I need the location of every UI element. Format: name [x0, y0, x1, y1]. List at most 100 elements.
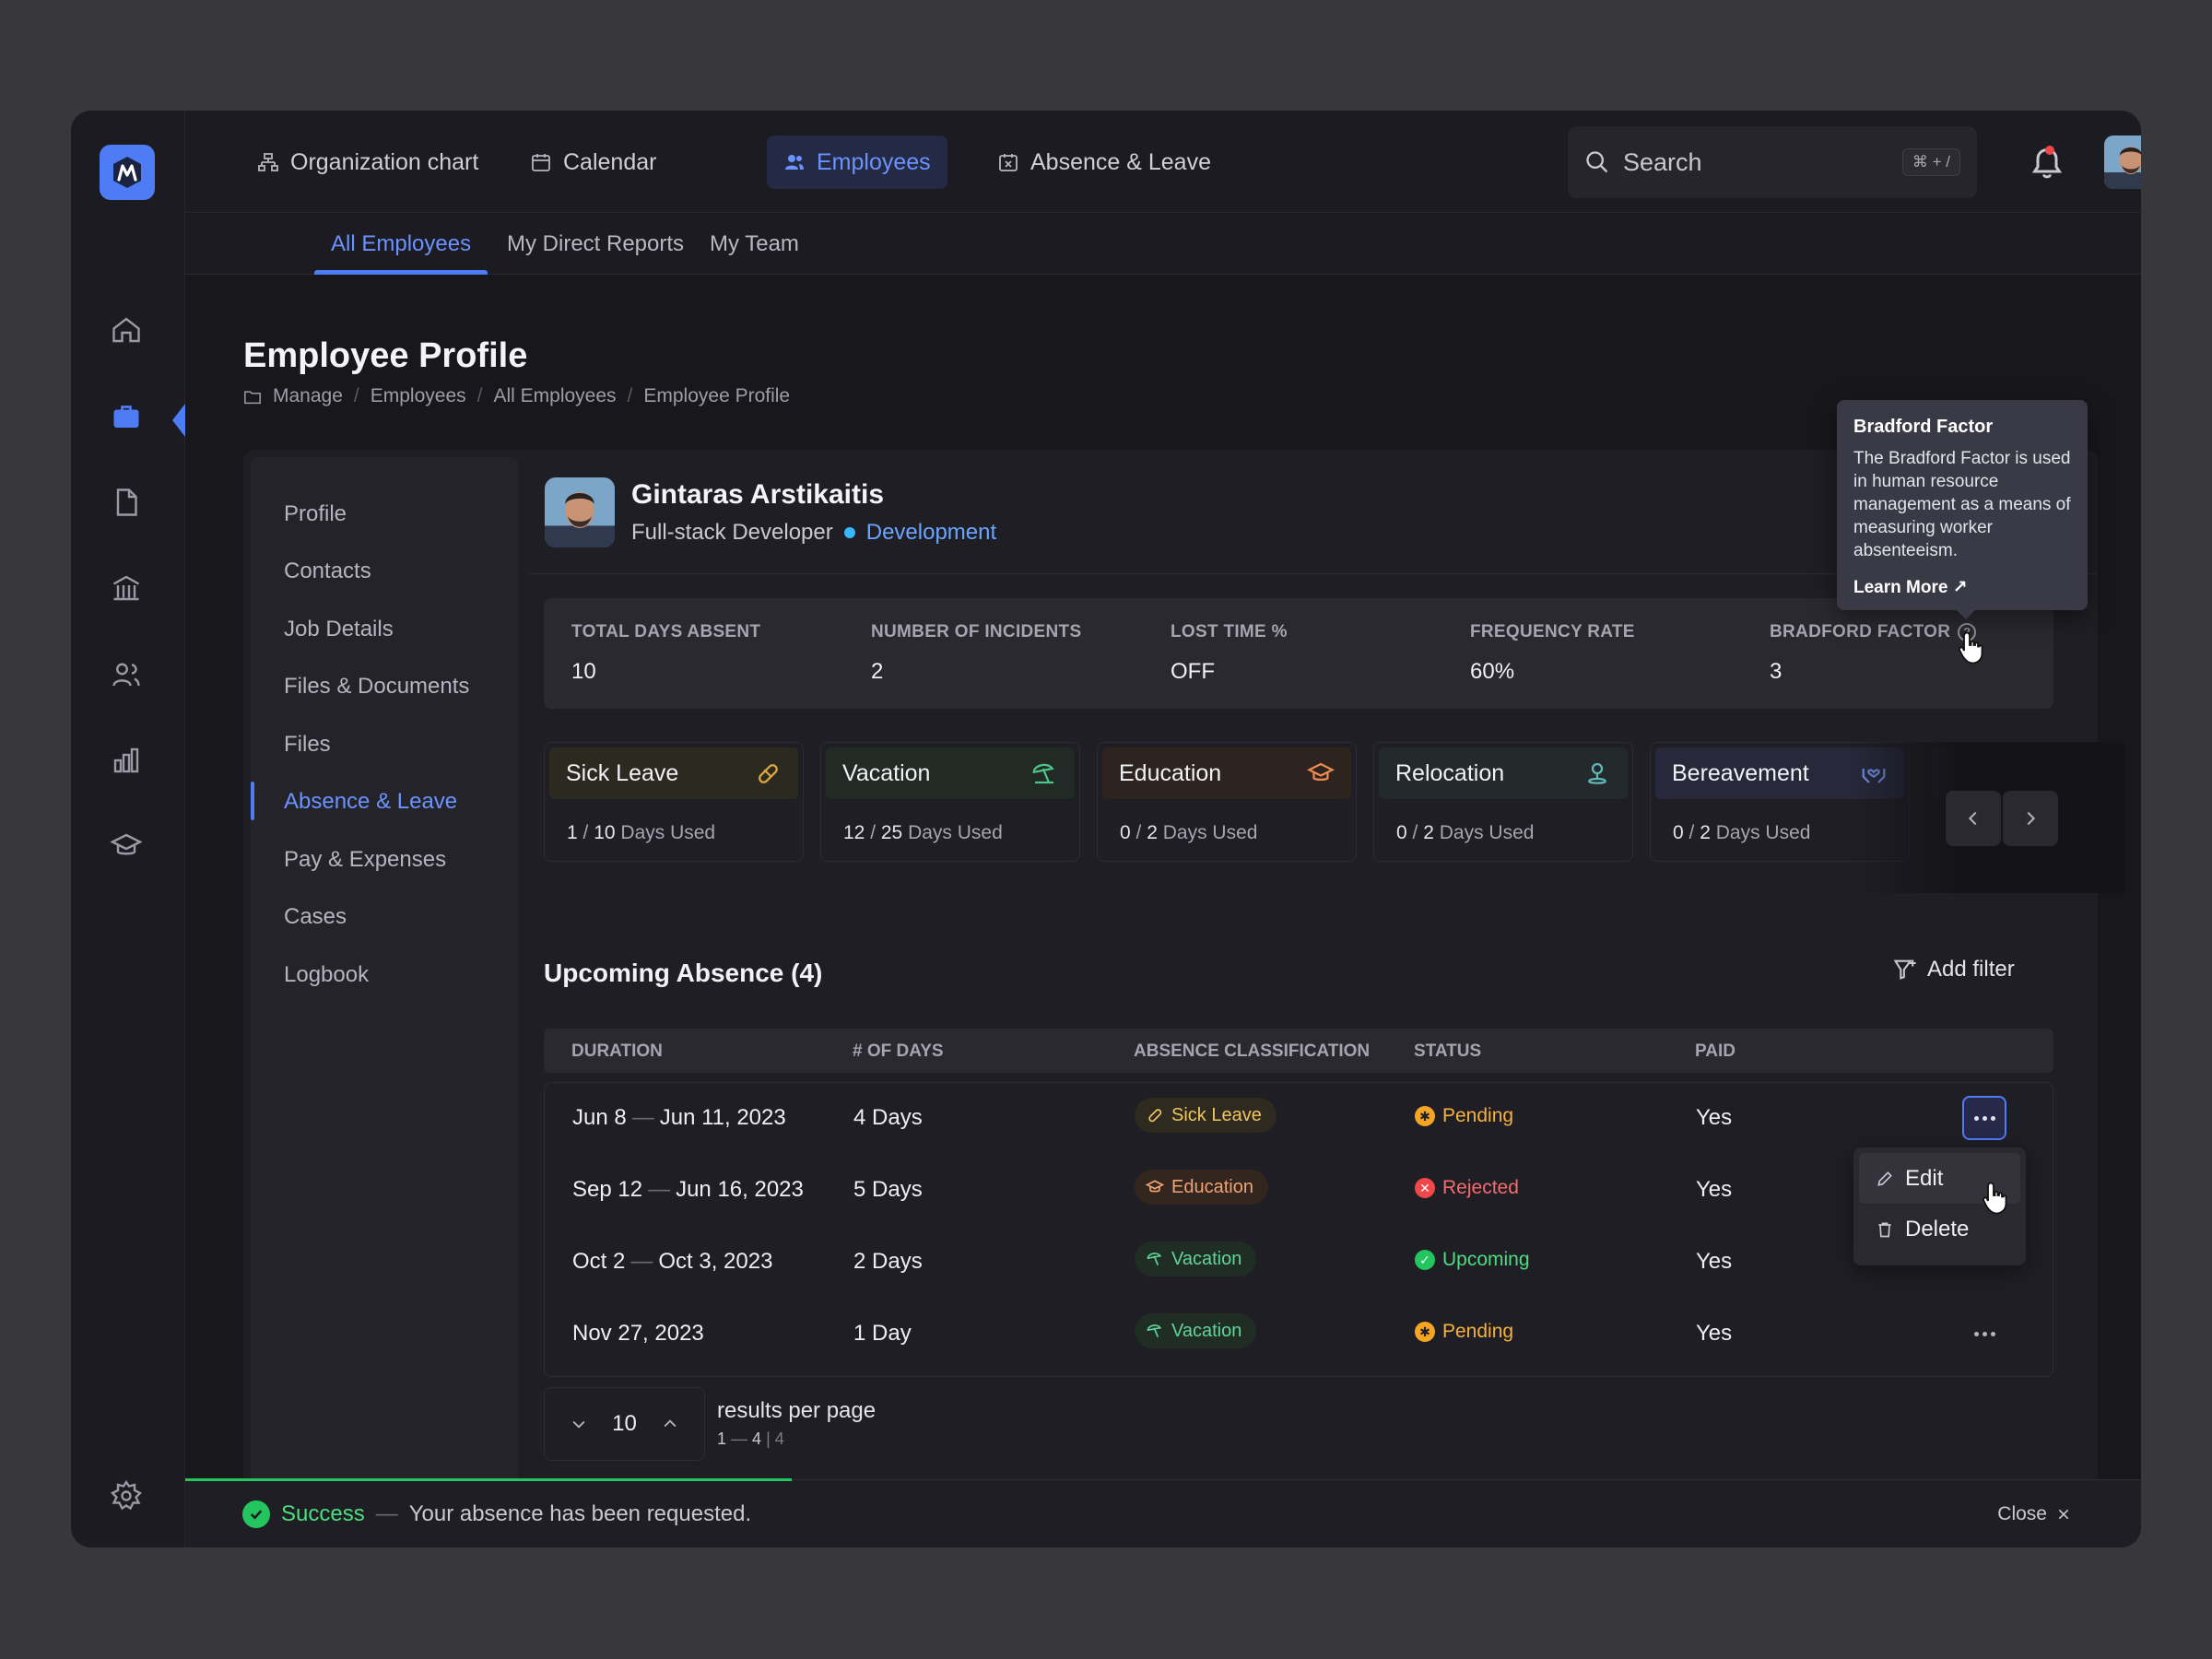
notification-dot: [2045, 146, 2054, 155]
side-item-profile[interactable]: Profile: [284, 501, 347, 527]
tab-all-employees[interactable]: All Employees: [314, 214, 488, 275]
leave-card-sick-leave[interactable]: Sick Leave 1 / 10 Days Used: [544, 742, 804, 862]
calendar-icon: [532, 154, 550, 171]
col-status[interactable]: STATUS: [1414, 1041, 1481, 1062]
sub-tabs: All Employees My Direct Reports My Team: [185, 214, 2141, 275]
user-avatar[interactable]: [2104, 135, 2141, 189]
row-actions-button[interactable]: [1962, 1312, 2006, 1356]
days-total: 2: [1700, 822, 1711, 843]
card-usage: 0 / 2 Days Used: [1673, 822, 1811, 843]
classification-label: Sick Leave: [1171, 1104, 1262, 1125]
chevron-right-icon: [2027, 811, 2036, 826]
learn-more-link[interactable]: Learn More ↗: [1853, 577, 2071, 598]
table-row[interactable]: Nov 27, 2023 1 Day Vacation ✱ Pending Ye…: [545, 1299, 2053, 1371]
add-filter-label: Add filter: [1927, 957, 2015, 982]
days-used: 1: [567, 822, 578, 843]
per-page-stepper[interactable]: 10: [544, 1387, 705, 1461]
chevron-up-icon[interactable]: [661, 1415, 679, 1433]
home-icon[interactable]: [108, 312, 145, 348]
card-usage: 0 / 2 Days Used: [1120, 822, 1258, 843]
days-total: 2: [1147, 822, 1158, 843]
bank-icon[interactable]: [108, 570, 145, 606]
side-item-absence-leave[interactable]: Absence & Leave: [284, 789, 457, 815]
table-header: DURATION # OF DAYS ABSENCE CLASSIFICATIO…: [544, 1029, 2053, 1073]
people-icon[interactable]: [108, 656, 145, 693]
toast-text: Your absence has been requested.: [408, 1501, 752, 1526]
cards-prev-button[interactable]: [1946, 791, 2001, 846]
side-item-cases[interactable]: Cases: [284, 904, 347, 930]
side-item-job-details[interactable]: Job Details: [284, 617, 394, 642]
stat-label: LOST TIME %: [1171, 622, 1288, 641]
days-used: 0: [1673, 822, 1684, 843]
range-separator: |: [766, 1430, 771, 1448]
status-badge: ✓ Upcoming: [1415, 1249, 1530, 1271]
success-check-icon: [242, 1500, 270, 1528]
add-filter-button[interactable]: Add filter: [1892, 957, 2015, 982]
briefcase-icon[interactable]: [108, 398, 145, 435]
folder-icon: [244, 391, 261, 405]
stat-number-of-incidents: NUMBER OF INCIDENTS 2: [871, 622, 1081, 685]
duration-from: Oct 2: [572, 1249, 626, 1274]
cell-duration: Sep 12— Jun 16, 2023: [572, 1177, 804, 1203]
side-item-contacts[interactable]: Contacts: [284, 559, 371, 584]
toast-close-button[interactable]: Close: [1997, 1503, 2071, 1525]
pending-icon: ✱: [1415, 1322, 1435, 1342]
avatar-image: [545, 477, 615, 547]
search-box[interactable]: Search ⌘ + /: [1568, 126, 1977, 198]
col-classification[interactable]: ABSENCE CLASSIFICATION: [1134, 1041, 1370, 1062]
app-logo[interactable]: [100, 145, 155, 200]
table-row[interactable]: Sep 12— Jun 16, 2023 5 Days Education ✕ R…: [545, 1155, 2053, 1227]
duration-to: Jun 11, 2023: [659, 1105, 786, 1130]
cards-next-button[interactable]: [2003, 791, 2058, 846]
cell-paid: Yes: [1696, 1177, 1733, 1202]
org-chart-icon: [258, 153, 278, 171]
tab-my-direct-reports[interactable]: My Direct Reports: [490, 214, 700, 275]
leave-cards: Sick Leave 1 / 10 Days Used Vacation 12 …: [544, 742, 2066, 893]
side-item-pay-expenses[interactable]: Pay & Expenses: [284, 847, 446, 873]
stat-value: 10: [571, 659, 596, 684]
stat-label: FREQUENCY RATE: [1470, 622, 1635, 641]
classification-label: Education: [1171, 1176, 1253, 1197]
chevron-down-icon[interactable]: [570, 1415, 588, 1433]
side-item-logbook[interactable]: Logbook: [284, 962, 369, 988]
nav-employees[interactable]: Employees: [767, 135, 947, 189]
nav-calendar[interactable]: Calendar: [513, 135, 673, 189]
stat-value: 2: [871, 659, 884, 684]
nav-absence-leave[interactable]: Absence & Leave: [981, 135, 1228, 189]
cell-paid: Yes: [1696, 1105, 1733, 1130]
logo-icon: [113, 157, 141, 188]
table-row[interactable]: Oct 2— Oct 3, 2023 2 Days Vacation ✓ Upco…: [545, 1227, 2053, 1299]
side-item-files[interactable]: Files: [284, 732, 331, 758]
toast-title: Success: [281, 1501, 365, 1526]
top-bar: Organization chart Calendar Employees Ab…: [185, 111, 2141, 213]
breadcrumb-item[interactable]: All Employees: [493, 385, 616, 407]
row-actions-button[interactable]: [1962, 1096, 2006, 1140]
duration-dash: —: [648, 1177, 671, 1202]
breadcrumb: Manage / Employees / All Employees / Emp…: [243, 385, 790, 407]
graduation-icon[interactable]: [108, 828, 145, 865]
employee-department[interactable]: Development: [866, 520, 996, 546]
breadcrumb-item[interactable]: Employees: [371, 385, 466, 407]
days-total: 2: [1423, 822, 1434, 843]
status-badge: ✕ Rejected: [1415, 1177, 1519, 1199]
page-title: Employee Profile: [243, 336, 528, 375]
col-duration[interactable]: DURATION: [571, 1041, 663, 1062]
leave-card-relocation[interactable]: Relocation 0 / 2 Days Used: [1373, 742, 1633, 862]
tab-my-team[interactable]: My Team: [693, 214, 816, 275]
leave-card-vacation[interactable]: Vacation 12 / 25 Days Used: [820, 742, 1080, 862]
bar-chart-icon[interactable]: [108, 742, 145, 779]
col-paid[interactable]: PAID: [1695, 1041, 1735, 1062]
breadcrumb-item[interactable]: Manage: [273, 385, 343, 407]
umbrella-icon: [1032, 763, 1054, 784]
document-icon[interactable]: [108, 484, 145, 521]
search-input[interactable]: Search: [1623, 148, 1889, 177]
col-days[interactable]: # OF DAYS: [853, 1041, 944, 1062]
card-title: Education: [1119, 759, 1222, 786]
pencil-icon: [1877, 1171, 1892, 1186]
stat-value: OFF: [1171, 659, 1215, 684]
leave-card-education[interactable]: Education 0 / 2 Days Used: [1097, 742, 1357, 862]
side-item-files-documents[interactable]: Files & Documents: [284, 674, 469, 700]
settings-gear-icon[interactable]: [108, 1477, 145, 1514]
nav-organization-chart[interactable]: Organization chart: [241, 135, 495, 189]
table-row[interactable]: Jun 8— Jun 11, 2023 4 Days Sick Leave ✱ P…: [545, 1083, 2053, 1155]
